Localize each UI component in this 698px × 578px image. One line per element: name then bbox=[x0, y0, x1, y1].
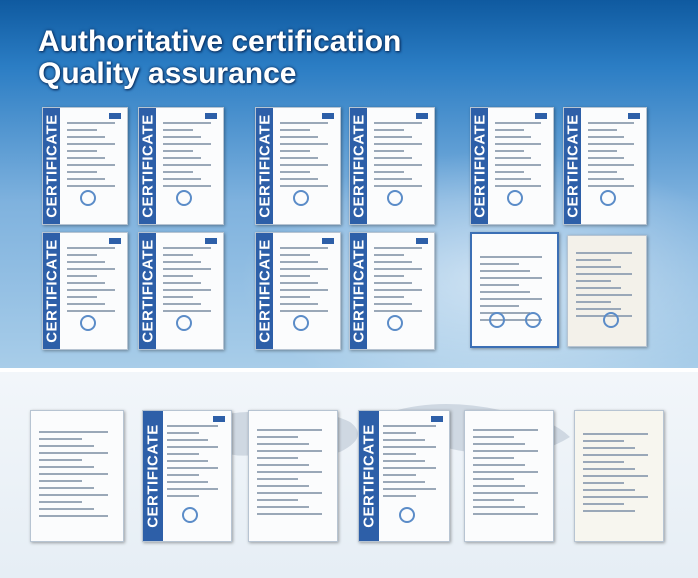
certificate-image: CERTIFICATE bbox=[138, 107, 224, 225]
certificate-vertical-label: CERTIFICATE bbox=[471, 114, 488, 218]
certificate-image bbox=[567, 235, 647, 347]
certificate-image bbox=[574, 410, 664, 542]
certificate-vertical-label: CERTIFICATE bbox=[43, 239, 60, 343]
certificate-image: CERTIFICATE bbox=[470, 107, 554, 225]
ec-certificate-image bbox=[30, 410, 124, 542]
certificate-vertical-label: CERTIFICATE bbox=[350, 239, 367, 343]
headline-authoritative: Authoritative certification bbox=[38, 25, 402, 58]
certificate-vertical-label: CERTIFICATE bbox=[139, 239, 156, 343]
certificate-image: CERTIFICATE bbox=[349, 232, 435, 350]
certificate-image: CERTIFICATE bbox=[255, 107, 341, 225]
certificate-image: CERTIFICATE bbox=[142, 410, 232, 542]
quality-system-certificate-image bbox=[470, 232, 559, 348]
certificate-vertical-label: CERTIFICATE bbox=[144, 424, 162, 528]
certificate-vertical-label: CERTIFICATE bbox=[256, 114, 273, 218]
certificate-vertical-label: CERTIFICATE bbox=[43, 114, 60, 218]
certificate-image: CERTIFICATE bbox=[255, 232, 341, 350]
certificate-vertical-label: CERTIFICATE bbox=[350, 114, 367, 218]
quality-management-certificate-image bbox=[248, 410, 338, 542]
certificate-image: CERTIFICATE bbox=[42, 232, 128, 350]
certificate-vertical-label: CERTIFICATE bbox=[139, 114, 156, 218]
certificate-image: CERTIFICATE bbox=[349, 107, 435, 225]
headline-quality: Quality assurance bbox=[38, 57, 297, 90]
certificate-image: CERTIFICATE bbox=[138, 232, 224, 350]
certificate-vertical-label: CERTIFICATE bbox=[360, 424, 378, 528]
bottom-panel: CERTIFICATE CERTIFICATE bbox=[0, 372, 698, 578]
certificate-vertical-label: CERTIFICATE bbox=[256, 239, 273, 343]
certificate-image: CERTIFICATE bbox=[358, 410, 450, 542]
certificate-vertical-label: CERTIFICATE bbox=[564, 114, 581, 218]
approval-certificate-image bbox=[464, 410, 554, 542]
top-banner: Authoritative certification Quality assu… bbox=[0, 0, 698, 368]
certificate-image: CERTIFICATE bbox=[563, 107, 647, 225]
certificate-image: CERTIFICATE bbox=[42, 107, 128, 225]
